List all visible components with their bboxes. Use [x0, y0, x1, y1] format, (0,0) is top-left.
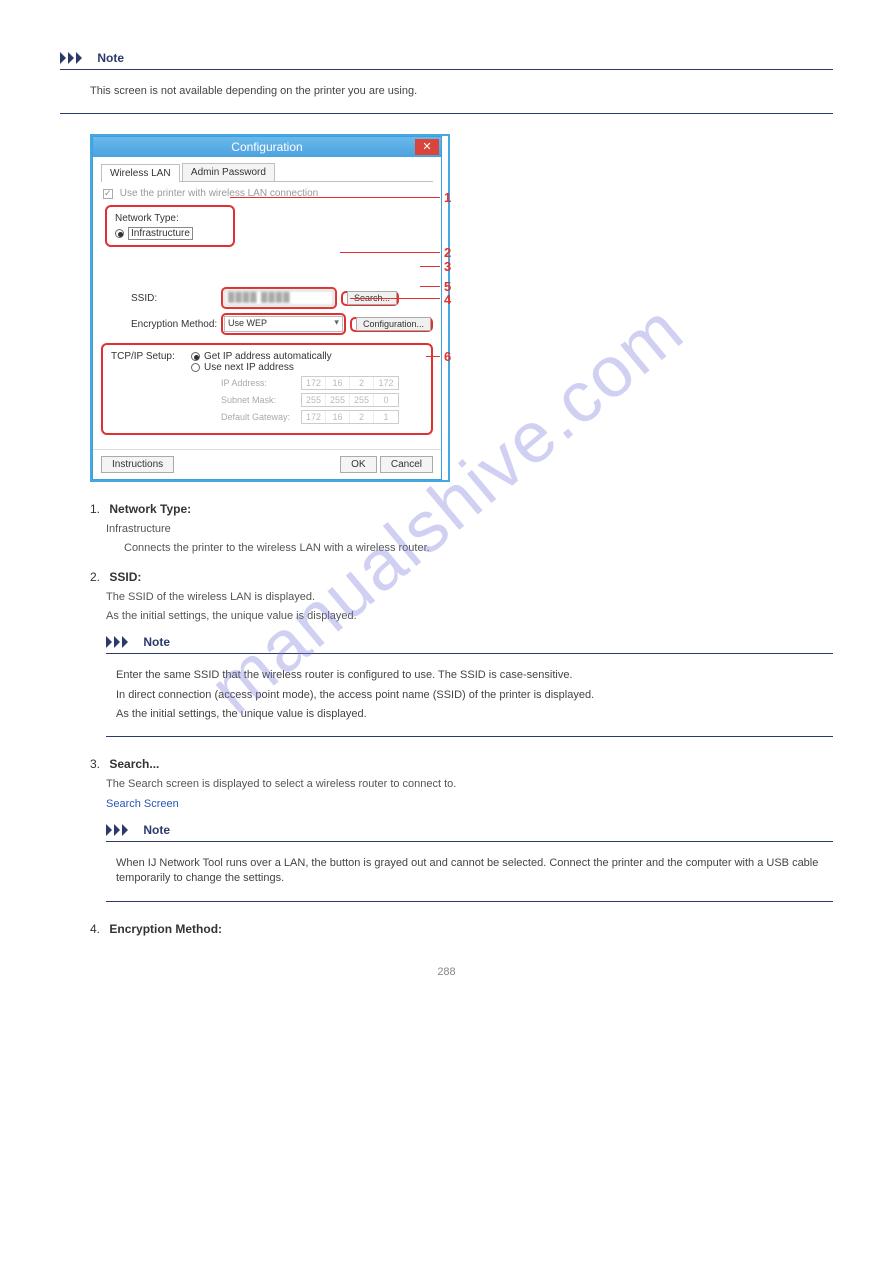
divider	[106, 736, 833, 737]
radio-icon[interactable]	[191, 352, 200, 361]
divider	[106, 901, 833, 902]
item-3-desc-suffix: screen is displayed to select a wireless…	[166, 778, 456, 790]
item-2-desc2: As the initial settings, the unique valu…	[106, 609, 833, 624]
note-heading: Note	[97, 51, 124, 65]
ssid-label: SSID:	[131, 293, 221, 304]
note-line: Enter the same SSID that the wireless ro…	[116, 668, 833, 683]
callout-line	[420, 266, 440, 267]
subnet-mask-field: 255 255 255 0	[301, 393, 399, 407]
note-heading: Note	[143, 823, 170, 837]
checkbox-icon[interactable]	[103, 189, 113, 199]
callout-3: 3	[444, 259, 451, 274]
network-type-group: Network Type: Infrastructure	[105, 205, 235, 247]
infrastructure-option[interactable]: Infrastructure	[128, 227, 193, 240]
ssid-field[interactable]: ████ ████	[224, 290, 334, 306]
search-screen-link[interactable]: Search Screen	[106, 798, 179, 810]
ok-button[interactable]: OK	[340, 456, 376, 473]
tcpip-group: TCP/IP Setup: Get IP address automatical…	[101, 343, 433, 435]
encryption-select[interactable]: Use WEP	[224, 316, 343, 332]
dialog-title-bar: Configuration ✕	[93, 137, 441, 157]
dialog-title: Configuration	[231, 140, 302, 154]
callout-4: 4	[444, 292, 451, 307]
item-1-desc: Connects the printer to the wireless LAN…	[124, 542, 833, 554]
chevron-right-triple-icon	[60, 52, 88, 64]
tab-strip: Wireless LAN Admin Password	[101, 163, 433, 182]
note-line: In direct connection (access point mode)…	[116, 688, 833, 703]
configuration-button[interactable]: Configuration...	[356, 317, 431, 331]
note-body-text: This screen is not available depending o…	[90, 84, 833, 99]
note-block-ssid: Note Enter the same SSID that the wirele…	[106, 634, 833, 737]
callout-1: 1	[444, 190, 451, 205]
divider	[60, 113, 833, 114]
callout-line	[340, 252, 440, 253]
item-3-desc-prefix: The	[106, 778, 128, 790]
radio-icon[interactable]	[191, 363, 200, 372]
network-type-label: Network Type:	[115, 213, 225, 224]
list-item-2: 2. SSID:	[90, 570, 833, 584]
divider	[106, 841, 833, 842]
list-item-1: 1. Network Type:	[90, 502, 833, 516]
list-item-4: 4. Encryption Method:	[90, 922, 833, 936]
subnet-mask-label: Subnet Mask:	[221, 395, 301, 405]
item-2-desc: The SSID of the wireless LAN is displaye…	[106, 590, 833, 605]
page-number: 288	[60, 966, 833, 978]
callout-line	[426, 356, 440, 357]
ip-address-label: IP Address:	[221, 378, 301, 388]
item-3-search-word: Search	[128, 778, 163, 790]
default-gateway-field: 172 16 2 1	[301, 410, 399, 424]
divider	[106, 653, 833, 654]
get-ip-auto-option[interactable]: Get IP address automatically	[204, 351, 332, 362]
use-next-ip-option[interactable]: Use next IP address	[204, 362, 294, 373]
note-block-search: Note When IJ Network Tool runs over a LA…	[106, 822, 833, 902]
callout-6: 6	[444, 349, 451, 364]
infrastructure-sublabel: Infrastructure	[106, 523, 171, 535]
callout-2: 2	[444, 245, 451, 260]
radio-icon[interactable]	[115, 229, 124, 238]
callout-line	[230, 197, 440, 198]
note-line: As the initial settings, the unique valu…	[116, 707, 833, 722]
encryption-label: Encryption Method:	[131, 319, 221, 330]
list-item-3: 3. Search...	[90, 757, 833, 771]
tab-admin-password[interactable]: Admin Password	[182, 163, 275, 181]
tab-wireless-lan[interactable]: Wireless LAN	[101, 164, 180, 182]
callout-line	[350, 298, 440, 299]
close-icon[interactable]: ✕	[415, 139, 439, 155]
callout-line	[420, 286, 440, 287]
note-line: When IJ Network Tool runs over a LAN, th…	[116, 856, 833, 887]
note-block-top: Note This screen is not available depend…	[60, 50, 833, 114]
instructions-button[interactable]: Instructions	[101, 456, 174, 473]
configuration-dialog-screenshot: Configuration ✕ Wireless LAN Admin Passw…	[90, 134, 450, 482]
default-gateway-label: Default Gateway:	[221, 412, 301, 422]
tcpip-label: TCP/IP Setup:	[111, 351, 191, 373]
cancel-button[interactable]: Cancel	[380, 456, 433, 473]
divider	[60, 69, 833, 70]
chevron-right-triple-icon	[106, 636, 134, 648]
note-heading: Note	[143, 635, 170, 649]
ip-address-field: 172 16 2 172	[301, 376, 399, 390]
chevron-right-triple-icon	[106, 824, 134, 836]
